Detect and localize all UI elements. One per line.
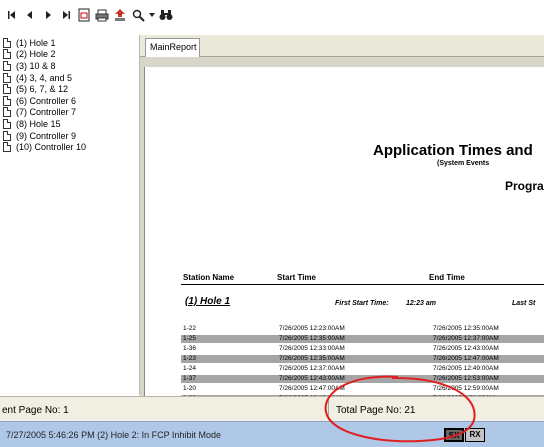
column-header-station: Station Name xyxy=(183,273,235,282)
row-end: 7/26/2005 12:47:00AM xyxy=(433,355,499,362)
previous-page-icon[interactable] xyxy=(22,6,38,24)
row-station: 1-22 xyxy=(183,325,197,332)
tree-item[interactable]: (6) Controller 6 xyxy=(0,95,139,107)
tree-item[interactable]: (1) Hole 1 xyxy=(0,37,139,49)
table-row: 1-20 7/26/2005 12:47:00AM 7/26/2005 12:59:… xyxy=(181,385,544,393)
row-station: 1-37 xyxy=(183,375,197,382)
document-icon xyxy=(3,95,11,106)
row-station: 1-20 xyxy=(183,385,197,392)
row-end: 7/26/2005 12:37:00AM xyxy=(433,335,499,342)
tree-item-label: (2) Hole 2 xyxy=(16,49,56,60)
tree-item-label: (6) Controller 6 xyxy=(16,95,77,106)
tree-item-label: (7) Controller 7 xyxy=(16,107,77,118)
first-page-icon[interactable] xyxy=(4,6,20,24)
row-station: 1-36 xyxy=(183,345,197,352)
status-divider xyxy=(328,399,329,420)
zoom-dropdown-icon[interactable] xyxy=(148,6,156,24)
row-start: 7/26/2005 12:35:00AM xyxy=(279,355,345,362)
print-icon[interactable] xyxy=(94,6,110,24)
row-end: 7/26/2005 12:35:00AM xyxy=(433,325,499,332)
table-row: 1-36 7/26/2005 12:33:00AM 7/26/2005 12:43:… xyxy=(181,345,544,353)
document-icon xyxy=(3,118,11,129)
table-row: 1-22 7/26/2005 12:23:00AM 7/26/2005 12:35:… xyxy=(181,325,544,333)
sx-indicator: SX xyxy=(444,428,464,442)
last-page-icon[interactable] xyxy=(58,6,74,24)
event-status-bar: 7/27/2005 5:46:26 PM (2) Hole 2: In FCP … xyxy=(0,421,544,447)
tree-item[interactable]: (5) 6, 7, & 12 xyxy=(0,83,139,95)
tree-item[interactable]: (9) Controller 9 xyxy=(0,130,139,142)
document-icon xyxy=(3,72,11,83)
document-icon xyxy=(3,130,11,141)
tab-main-report[interactable]: MainReport xyxy=(145,38,200,57)
tree-item[interactable]: (7) Controller 7 xyxy=(0,107,139,119)
group-name: (1) Hole 1 xyxy=(185,296,231,307)
report-group-tree: (1) Hole 1 (2) Hole 2 (3) 10 & 8 (4) 3, 4, … xyxy=(0,35,140,395)
page-setup-icon[interactable] xyxy=(76,6,92,24)
document-icon xyxy=(3,37,11,48)
export-icon[interactable] xyxy=(112,6,128,24)
report-title: Application Times and xyxy=(373,142,533,159)
event-message: 7/27/2005 5:46:26 PM (2) Hole 2: In FCP … xyxy=(6,430,221,440)
row-station: 1-23 xyxy=(183,355,197,362)
column-header-end: End Time xyxy=(429,273,465,282)
tree-item-label: (9) Controller 9 xyxy=(16,130,77,141)
zoom-icon[interactable] xyxy=(130,6,146,24)
report-viewer: MainReport Application Times and (System… xyxy=(140,35,544,396)
row-station: 1-25 xyxy=(183,335,197,342)
row-end: 7/26/2005 12:53:00AM xyxy=(433,375,499,382)
document-icon xyxy=(3,142,11,153)
header-rule xyxy=(181,284,544,285)
document-icon xyxy=(3,60,11,71)
row-start: 7/26/2005 12:23:00AM xyxy=(279,325,345,332)
row-end: 7/26/2005 12:59:00AM xyxy=(433,385,499,392)
document-icon xyxy=(3,49,11,60)
row-start: 7/26/2005 12:43:00AM xyxy=(279,375,345,382)
row-start: 7/26/2005 12:35:00AM xyxy=(279,335,345,342)
first-start-value: 12:23 am xyxy=(406,300,436,307)
rx-indicator: RX xyxy=(465,428,485,442)
row-end: 7/26/2005 12:49:00AM xyxy=(433,365,499,372)
current-page-number: ent Page No: 1 xyxy=(2,405,69,416)
report-tab-bar: MainReport xyxy=(140,35,544,57)
tree-item-label: (5) 6, 7, & 12 xyxy=(16,84,69,95)
tree-item[interactable]: (4) 3, 4, and 5 xyxy=(0,72,139,84)
row-station: 1-24 xyxy=(183,365,197,372)
row-start: 7/26/2005 12:37:00AM xyxy=(279,365,345,372)
tree-item-label: (8) Hole 15 xyxy=(16,118,61,129)
table-row: 1-25 7/26/2005 12:35:00AM 7/26/2005 12:37:… xyxy=(181,335,544,343)
report-page[interactable]: Application Times and (System Events Pro… xyxy=(144,67,544,396)
document-icon xyxy=(3,107,11,118)
tree-item-label: (10) Controller 10 xyxy=(16,142,87,153)
row-start: 7/26/2005 12:33:00AM xyxy=(279,345,345,352)
program-heading: Progra xyxy=(505,179,544,193)
tree-item-label: (4) 3, 4, and 5 xyxy=(16,72,73,83)
toolbar xyxy=(0,0,544,30)
table-row: 1-24 7/26/2005 12:37:00AM 7/26/2005 12:49:… xyxy=(181,365,544,373)
page-status-bar: ent Page No: 1 Total Page No: 21 xyxy=(0,396,544,421)
column-header-start: Start Time xyxy=(277,273,316,282)
tree-item-label: (1) Hole 1 xyxy=(16,37,56,48)
table-row: 1-23 7/26/2005 12:35:00AM 7/26/2005 12:47:… xyxy=(181,355,544,363)
next-page-icon[interactable] xyxy=(40,6,56,24)
last-start-label: Last St xyxy=(512,300,536,307)
document-icon xyxy=(3,84,11,95)
tree-item[interactable]: (3) 10 & 8 xyxy=(0,60,139,72)
row-end: 7/26/2005 12:43:00AM xyxy=(433,345,499,352)
first-start-label: First Start Time: xyxy=(335,300,389,307)
tree-item-label: (3) 10 & 8 xyxy=(16,60,56,71)
total-page-number: Total Page No: 21 xyxy=(336,405,416,416)
tree-item[interactable]: (10) Controller 10 xyxy=(0,141,139,153)
search-binoculars-icon[interactable] xyxy=(158,6,174,24)
tree-item[interactable]: (2) Hole 2 xyxy=(0,49,139,61)
report-subtitle: (System Events xyxy=(437,160,490,167)
row-start: 7/26/2005 12:47:00AM xyxy=(279,385,345,392)
tree-item[interactable]: (8) Hole 15 xyxy=(0,118,139,130)
table-row: 1-37 7/26/2005 12:43:00AM 7/26/2005 12:53:… xyxy=(181,375,544,383)
